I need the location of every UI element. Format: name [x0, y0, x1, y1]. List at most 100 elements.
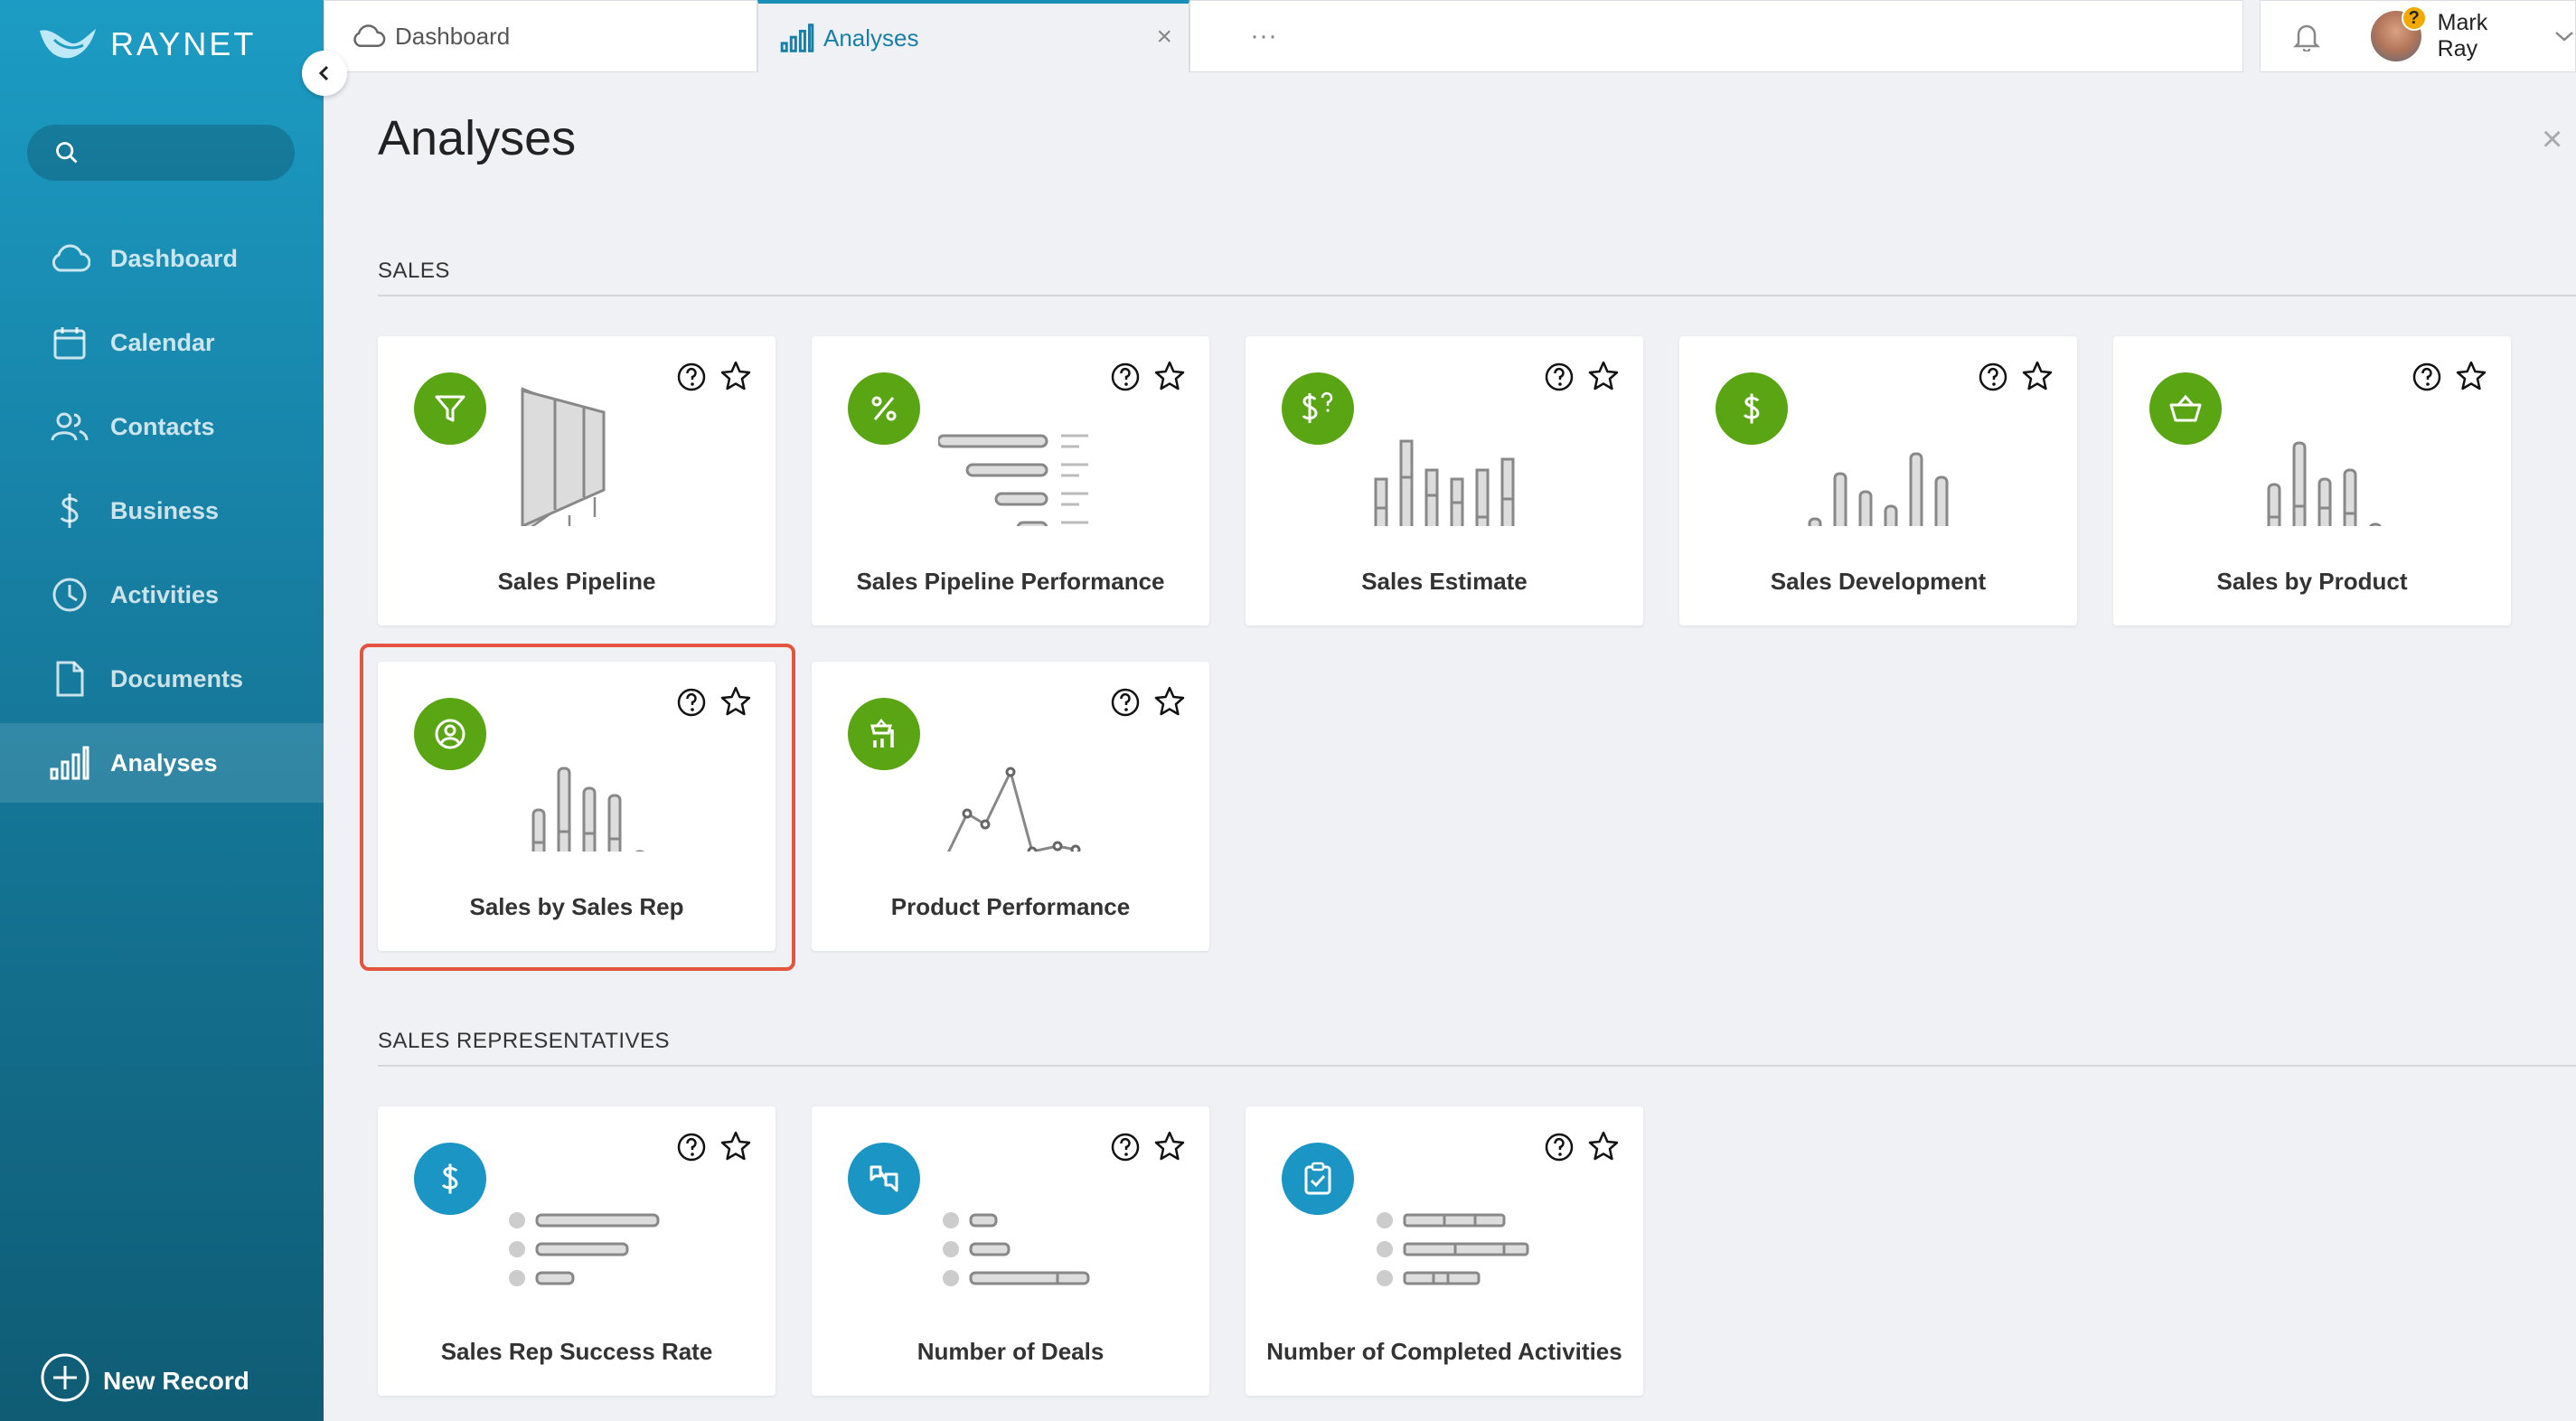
page-title: Analyses: [378, 111, 577, 165]
dollar-question-icon: [1282, 372, 1354, 445]
card-label: Sales by Sales Rep: [469, 893, 684, 920]
card-number-of-completed-activities[interactable]: Number of Completed Activities: [1246, 1106, 1643, 1396]
card-label: Number of Completed Activities: [1266, 1338, 1622, 1365]
bar-chart-icon: [49, 742, 90, 784]
card-sales-pipeline[interactable]: Sales Pipeline: [378, 336, 776, 626]
success-rate-list-illustration: [509, 1212, 660, 1286]
sidebar-item-label: Analyses: [110, 748, 218, 776]
card-label: Sales Rep Success Rate: [440, 1338, 713, 1365]
tab-analyses[interactable]: Analyses ×: [757, 0, 1189, 72]
cloud-icon: [49, 238, 90, 279]
card-sales-estimate[interactable]: Sales Estimate: [1246, 336, 1643, 626]
card-sales-by-sales-rep[interactable]: Sales by Sales Rep: [378, 662, 776, 951]
card-sales-rep-success-rate[interactable]: Sales Rep Success Rate: [378, 1106, 776, 1396]
product-line-illustration: [947, 767, 1081, 852]
activities-list-illustration: [1377, 1212, 1529, 1286]
plus-circle-icon: [40, 1352, 90, 1409]
star-icon[interactable]: [1587, 1130, 1620, 1162]
sidebar-item-contacts[interactable]: Contacts: [0, 387, 324, 466]
sidebar-item-label: Documents: [110, 664, 244, 692]
card-sales-pipeline-performance[interactable]: Sales Pipeline Performance: [812, 336, 1209, 626]
sidebar-item-activities[interactable]: Activities: [0, 555, 324, 635]
sidebar-item-calendar[interactable]: Calendar: [0, 303, 324, 382]
search-input[interactable]: [92, 138, 273, 167]
cloud-icon: [350, 24, 386, 49]
section-divider: [378, 1065, 2576, 1067]
card-label: Sales Estimate: [1361, 568, 1528, 595]
star-icon[interactable]: [719, 1130, 752, 1162]
help-icon[interactable]: [1978, 362, 2008, 392]
more-icon: ···: [1250, 21, 1277, 51]
product-chart-icon: [848, 698, 920, 770]
tab-close-icon[interactable]: ×: [1156, 22, 1172, 52]
section-divider: [378, 295, 2576, 296]
sidebar-item-dashboard[interactable]: Dashboard: [0, 219, 324, 298]
sidebar-item-label: Dashboard: [110, 244, 239, 272]
pipeline-performance-illustration: [938, 434, 1088, 526]
document-icon: [49, 658, 90, 700]
dollar-icon: [414, 1143, 486, 1215]
help-badge[interactable]: ?: [2401, 5, 2427, 31]
new-record-label: New Record: [103, 1366, 249, 1395]
help-icon[interactable]: [676, 362, 707, 392]
help-icon[interactable]: [1110, 687, 1141, 718]
clipboard-check-icon: [1282, 1143, 1354, 1215]
card-label: Sales by Product: [2216, 568, 2408, 595]
basket-icon: [2149, 372, 2222, 445]
star-icon[interactable]: [719, 360, 752, 392]
logo-text: RAYNET: [110, 25, 257, 62]
card-sales-development[interactable]: Sales Development: [1679, 336, 2077, 626]
card-sales-by-product[interactable]: Sales by Product: [2113, 336, 2511, 626]
bell-icon[interactable]: [2293, 21, 2320, 52]
sidebar-item-analyses[interactable]: Analyses: [0, 723, 324, 803]
sidebar-item-label: Contacts: [110, 412, 215, 440]
user-circle-icon: [414, 698, 486, 770]
sidebar-item-business[interactable]: Business: [0, 471, 324, 551]
user-menu[interactable]: ? Mark Ray: [2260, 0, 2576, 72]
star-icon[interactable]: [1587, 360, 1620, 392]
card-label: Product Performance: [890, 893, 1131, 920]
funnel-icon: [414, 372, 486, 445]
close-icon[interactable]: ×: [2542, 119, 2562, 160]
chevron-left-icon: [318, 65, 329, 81]
card-number-of-deals[interactable]: Number of Deals: [812, 1106, 1209, 1396]
development-bar-illustration: [1808, 452, 1949, 526]
card-product-performance[interactable]: Product Performance: [812, 662, 1209, 951]
estimate-bar-illustration: [1374, 439, 1515, 526]
dollar-icon: [1716, 372, 1788, 445]
bar-chart-icon: [780, 24, 814, 52]
calendar-icon: [49, 322, 90, 363]
help-icon[interactable]: [2411, 362, 2442, 392]
sidebar-item-documents[interactable]: Documents: [0, 639, 324, 719]
help-icon[interactable]: [676, 687, 707, 718]
handshake-icon: [848, 1143, 920, 1215]
card-label: Sales Pipeline: [497, 568, 656, 595]
funnel-chart-illustration: [521, 387, 606, 526]
star-icon[interactable]: [2455, 360, 2487, 392]
logo[interactable]: RAYNET: [36, 24, 256, 65]
search-icon: [56, 142, 78, 164]
star-icon[interactable]: [719, 685, 752, 718]
star-icon[interactable]: [1153, 1130, 1186, 1162]
chevron-down-icon[interactable]: [2553, 29, 2575, 43]
deals-list-illustration: [943, 1212, 1090, 1286]
raynet-logo-icon: [40, 29, 96, 59]
card-label: Sales Pipeline Performance: [856, 568, 1165, 595]
avatar[interactable]: ?: [2371, 5, 2427, 61]
tab-dashboard[interactable]: Dashboard: [324, 0, 757, 72]
help-icon[interactable]: [1544, 362, 1575, 392]
star-icon[interactable]: [2021, 360, 2054, 392]
sales-rep-bar-illustration: [531, 767, 645, 852]
tab-more[interactable]: ···: [1189, 0, 2243, 72]
clock-icon: [49, 574, 90, 616]
search-box[interactable]: [27, 125, 295, 181]
new-record-button[interactable]: New Record: [40, 1352, 249, 1409]
collapse-sidebar-button[interactable]: [302, 51, 347, 96]
contacts-icon: [49, 406, 90, 447]
card-label: Number of Deals: [917, 1338, 1105, 1365]
section-title-sales-representatives: SALES REPRESENTATIVES: [378, 1029, 671, 1053]
product-bar-illustration: [2267, 441, 2382, 526]
sidebar-item-label: Business: [110, 496, 220, 524]
star-icon[interactable]: [1153, 360, 1186, 392]
star-icon[interactable]: [1153, 685, 1186, 718]
